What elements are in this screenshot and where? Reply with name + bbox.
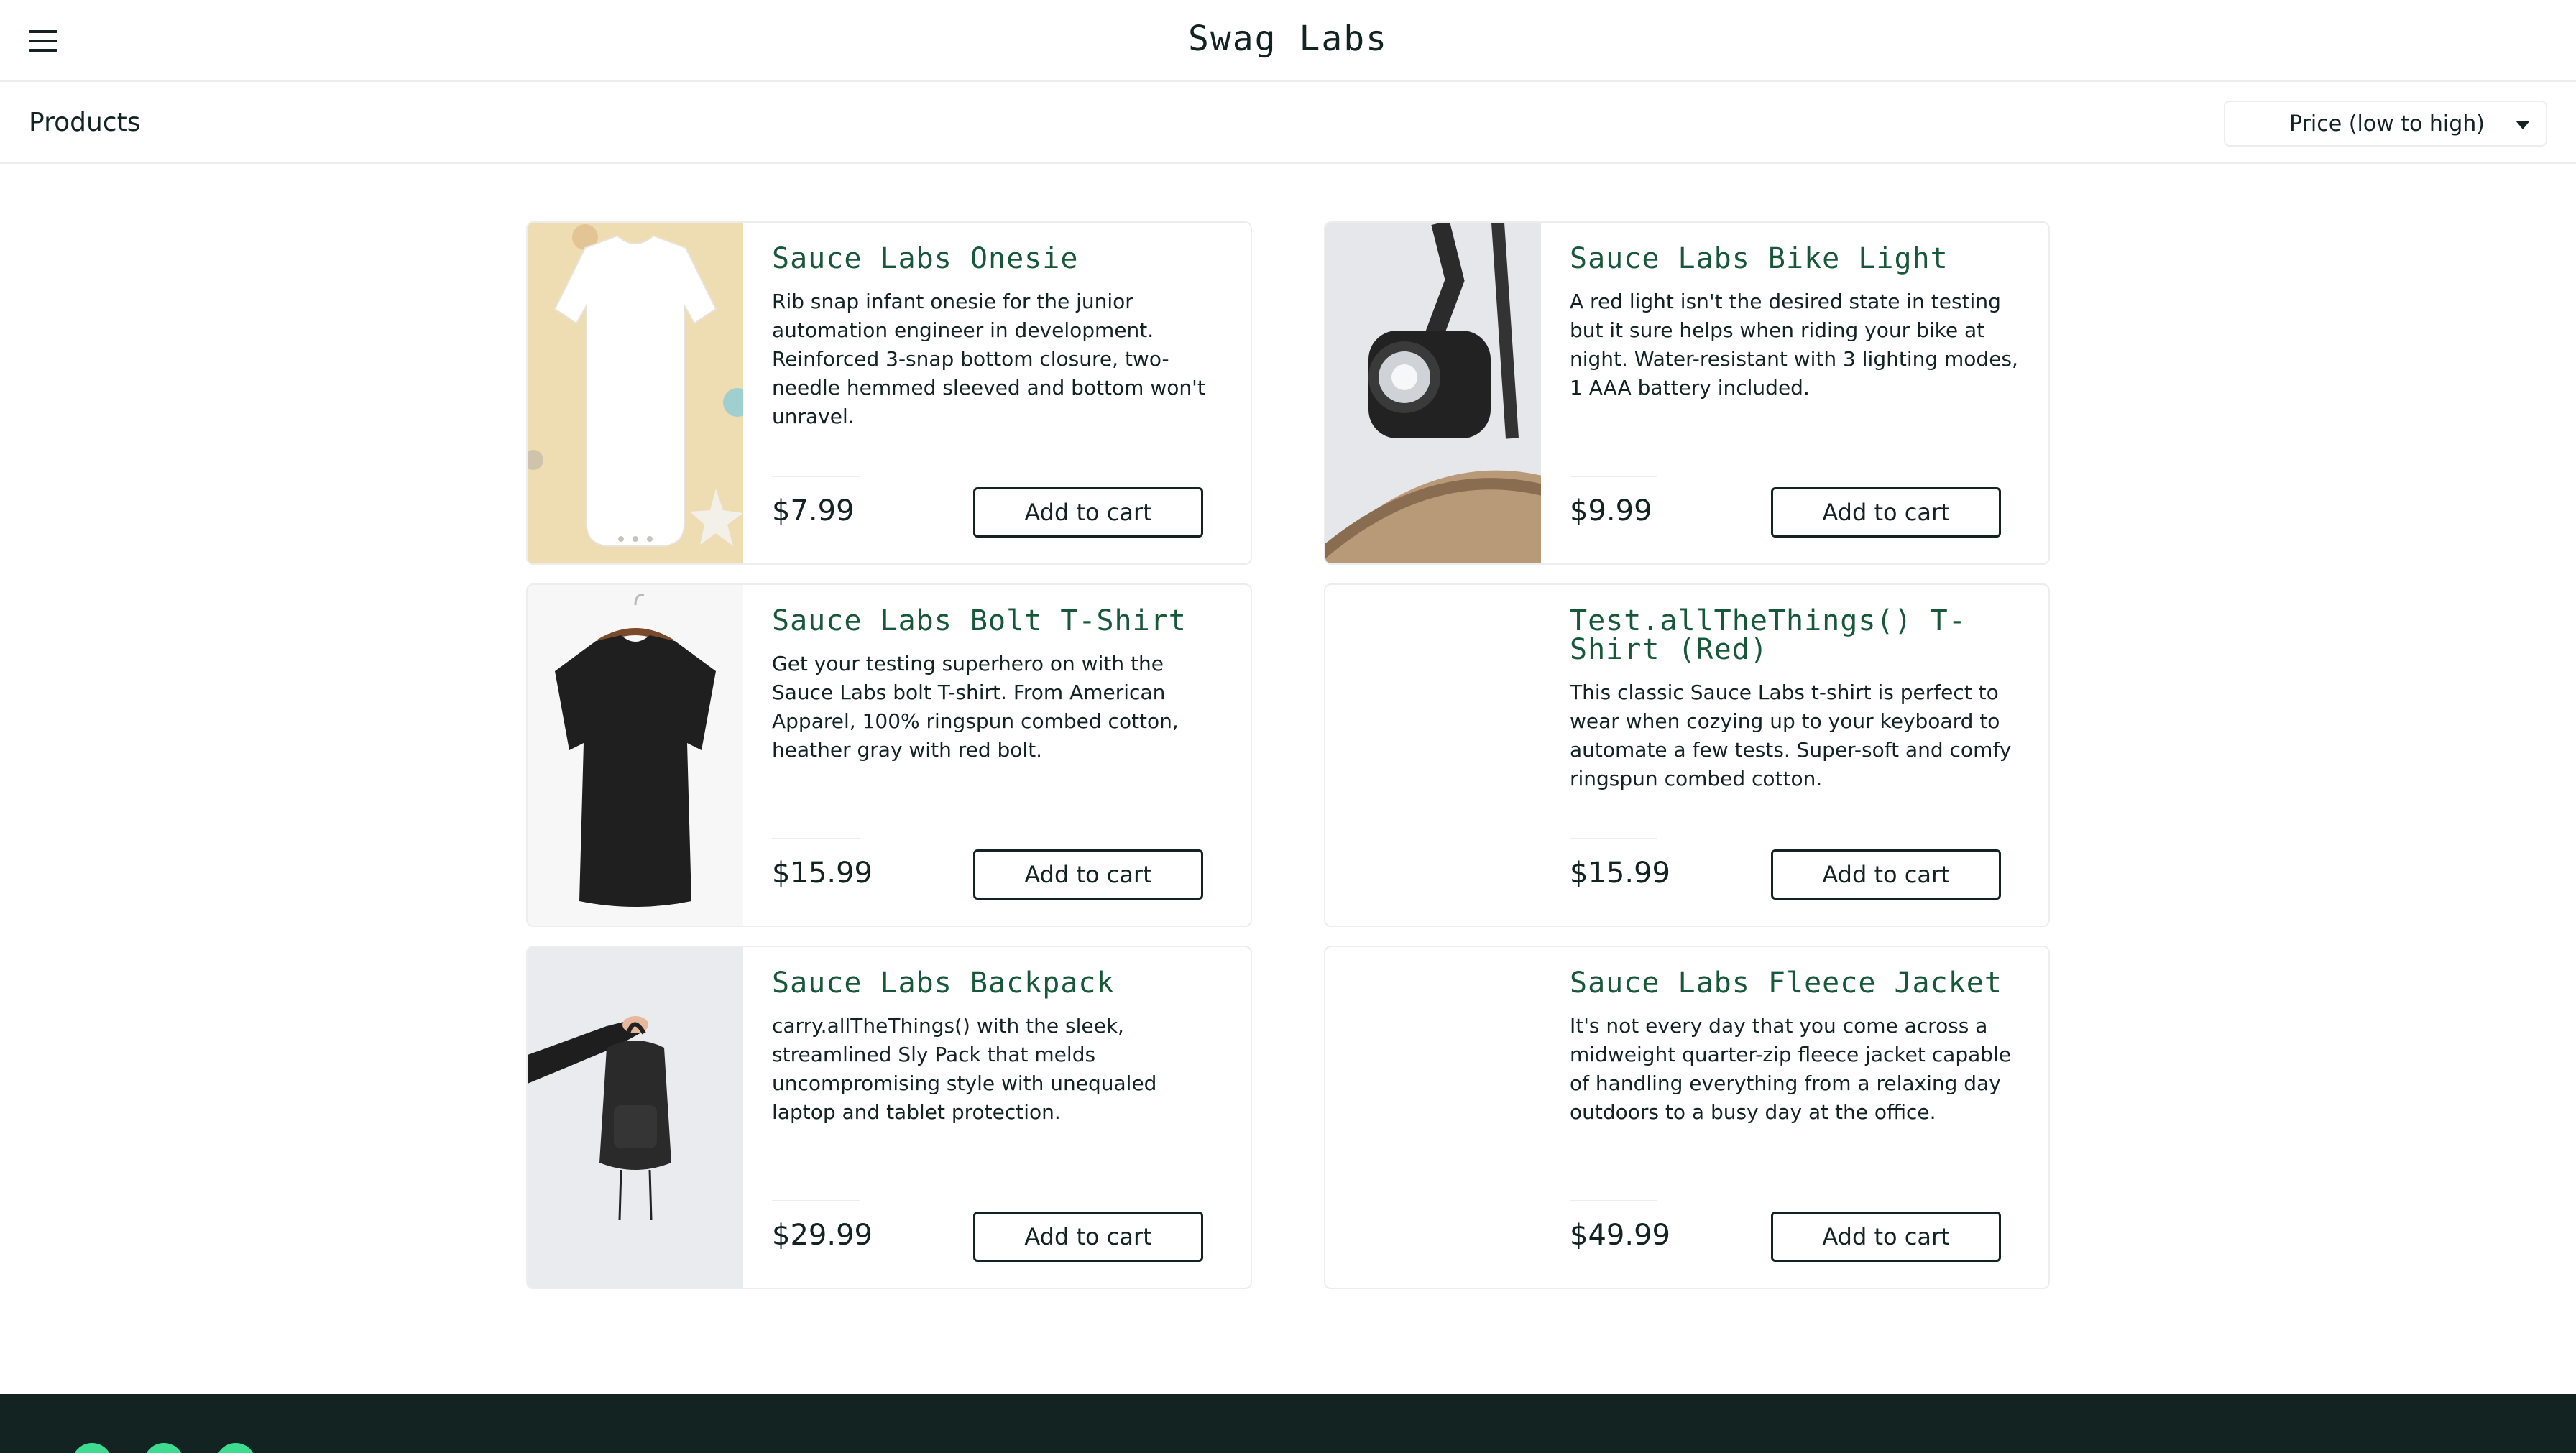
sort-dropdown[interactable]: Price (low to high)	[2224, 101, 2547, 147]
product-description: carry.allTheThings() with the sleek, str…	[772, 1014, 1157, 1124]
add-to-cart-button[interactable]: Add to cart	[973, 1212, 1203, 1262]
product-name-link[interactable]: Sauce Labs Backpack	[772, 969, 1225, 997]
product-price: $9.99	[1570, 494, 1652, 527]
product-name-link[interactable]: Sauce Labs Bolt T-Shirt	[772, 606, 1225, 635]
product-image-fleece-jacket[interactable]	[1325, 947, 1541, 1288]
inventory-item: Sauce Labs Onesie Rib snap infant onesie…	[526, 221, 1252, 565]
price-divider	[772, 838, 860, 839]
price-divider	[772, 1200, 860, 1201]
product-description: It's not every day that you come across …	[1570, 1014, 2012, 1124]
add-to-cart-button[interactable]: Add to cart	[973, 487, 1203, 538]
add-to-cart-button[interactable]: Add to cart	[1771, 849, 2001, 900]
product-image-onesie[interactable]	[528, 223, 743, 563]
product-price: $15.99	[1570, 857, 1670, 890]
product-name-link[interactable]: Sauce Labs Fleece Jacket	[1570, 969, 2023, 997]
product-description: Rib snap infant onesie for the junior au…	[772, 290, 1205, 428]
product-image-bolt-tshirt[interactable]	[528, 585, 743, 926]
product-price: $29.99	[772, 1219, 873, 1252]
app-logo: Swag Labs	[1187, 19, 1389, 59]
add-to-cart-button[interactable]: Add to cart	[973, 849, 1203, 900]
price-divider	[1570, 476, 1657, 477]
add-to-cart-button[interactable]: Add to cart	[1771, 1212, 2001, 1262]
product-description: Get your testing superhero on with the S…	[772, 652, 1179, 762]
inventory-item: Sauce Labs Bolt T-Shirt Get your testing…	[526, 583, 1252, 927]
product-description: This classic Sauce Labs t-shirt is perfe…	[1570, 681, 2012, 790]
price-divider	[772, 476, 860, 477]
product-description: A red light isn't the desired state in t…	[1570, 290, 2018, 400]
product-image-bike-light[interactable]	[1325, 223, 1541, 563]
inventory-item: Test.allTheThings() T-Shirt (Red) This c…	[1324, 583, 2050, 927]
secondary-header: Products Price (low to high)	[0, 82, 2576, 164]
twitter-icon[interactable]	[72, 1443, 112, 1453]
primary-header: Swag Labs	[0, 0, 2576, 82]
product-price: $49.99	[1570, 1219, 1670, 1252]
facebook-icon[interactable]	[144, 1443, 184, 1453]
product-image-backpack[interactable]	[528, 947, 743, 1288]
inventory-list: Sauce Labs Onesie Rib snap infant onesie…	[526, 221, 2050, 1289]
product-name-link[interactable]: Sauce Labs Onesie	[772, 244, 1225, 273]
inventory-item: Sauce Labs Bike Light A red light isn't …	[1324, 221, 2050, 565]
product-name-link[interactable]: Sauce Labs Bike Light	[1570, 244, 2023, 273]
product-price: $7.99	[772, 494, 855, 527]
page-title: Products	[29, 108, 141, 137]
price-divider	[1570, 1200, 1657, 1201]
add-to-cart-button[interactable]: Add to cart	[1771, 487, 2001, 538]
inventory-item: Sauce Labs Fleece Jacket It's not every …	[1324, 946, 2050, 1289]
linkedin-icon[interactable]	[216, 1443, 256, 1453]
price-divider	[1570, 838, 1657, 839]
footer	[0, 1394, 2576, 1453]
sort-selected-value: Price (low to high)	[2289, 111, 2485, 137]
caret-down-icon	[2516, 121, 2530, 129]
product-image-red-tshirt[interactable]	[1325, 585, 1541, 926]
product-name-link[interactable]: Test.allTheThings() T-Shirt (Red)	[1570, 606, 2023, 664]
product-price: $15.99	[772, 857, 873, 890]
inventory-item: Sauce Labs Backpack carry.allTheThings()…	[526, 946, 1252, 1289]
